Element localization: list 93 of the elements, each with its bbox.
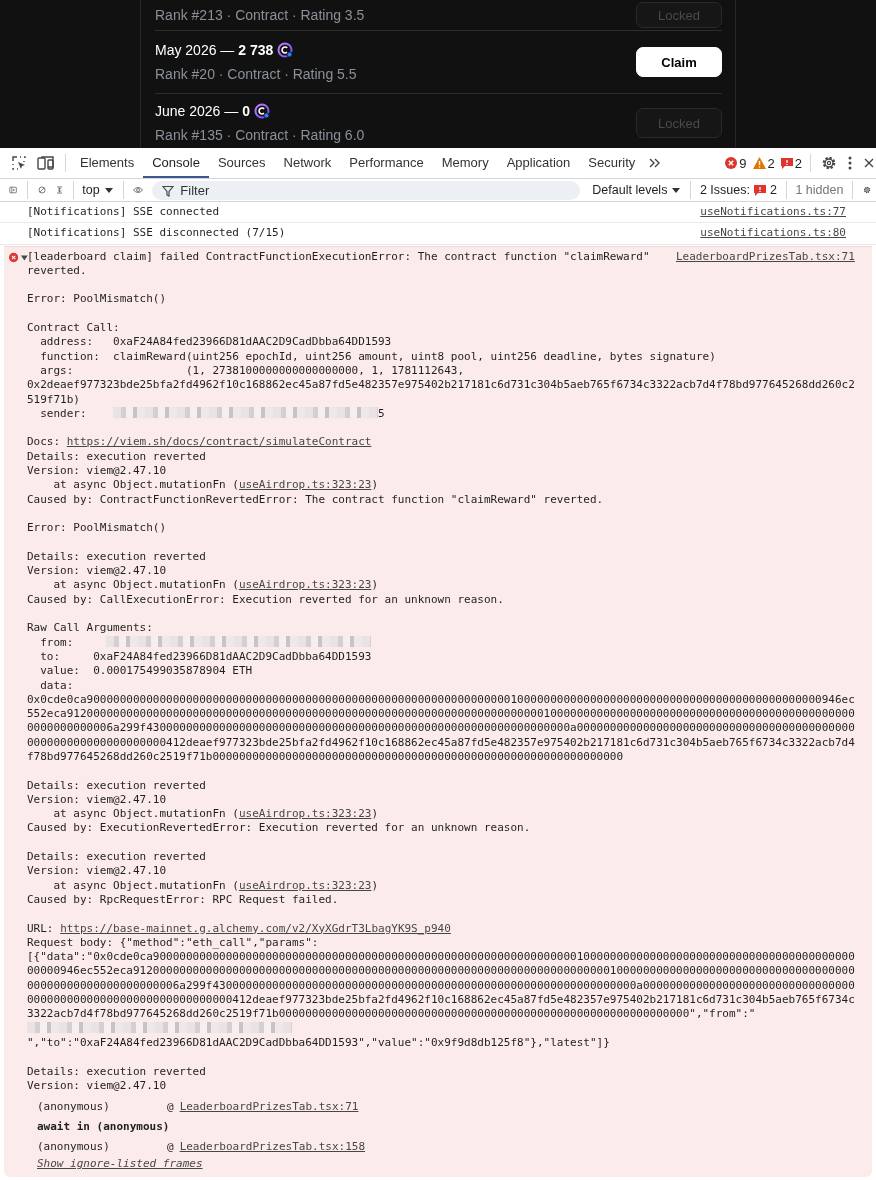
message-icon bbox=[753, 184, 766, 196]
console-text: Details: execution reverted bbox=[27, 549, 207, 565]
error-count-button[interactable]: 9 bbox=[722, 155, 750, 171]
levels-dropdown[interactable]: Default levels bbox=[588, 183, 686, 197]
console-text: [{"data":"0x0cde0ca900000000000000000000000000000000000000000000000000000000000000010000000000000000000000000000000000000000000000946ec552eca912000000000000000000000000000000000000000000000000000000000000000000000100000000000000000000000000000000000000000000000000000000006a299f4300000000000000000000000000000000000000000000000000000000000000a000000000000000000000000000000000000000000000000000000000000000412deaef977323bde25bfa2fd4962f10c168862ec45a87fd5e482357e975402b217181c6d731c304b5aeb765f6734c3322acb7d4f78bd977645268dd260c2519f71b00000000000000000000000000000000000000000000000000000000000000","from":" ","to":"0xaF24A84fed23966D81dAAC2D9CadDbba64DD1593","value":"0x9f9d8db125f8"},"latest"]} bbox=[27, 950, 855, 1051]
link[interactable]: https://viem.sh/docs/contract/simulateContract bbox=[66, 435, 372, 449]
inspect-icon[interactable] bbox=[11, 155, 27, 171]
devtools-tab[interactable]: Sources bbox=[208, 148, 275, 178]
console-text: Docs: https://viem.sh/docs/contract/simulateContract bbox=[27, 435, 373, 450]
console-text: value: 0.000175499035878904 ETH bbox=[39, 664, 254, 679]
close-icon[interactable] bbox=[864, 158, 874, 168]
console-text: Contract Call: bbox=[27, 321, 121, 336]
console-text: Version: viem@2.47.10 bbox=[27, 1078, 168, 1094]
link[interactable]: useAirdrop.ts:323:23 bbox=[238, 578, 372, 592]
menu-icon[interactable] bbox=[847, 155, 853, 171]
error-text: [leaderboard claim] failed ContractFunctionExecutionError: The contract function "claimReward" reverted. bbox=[27, 249, 651, 277]
link[interactable]: LeaderboardPrizesTab.tsx:71 bbox=[179, 1099, 359, 1115]
devtools-tab[interactable]: Performance bbox=[340, 148, 433, 178]
console-text: at async Object.mutationFn (useAirdrop.ts:323:23) bbox=[52, 578, 379, 593]
devtools-tab[interactable]: Memory bbox=[432, 148, 498, 178]
console-text: Details: execution reverted bbox=[27, 778, 207, 793]
reward-details: Rank #20 · Contract · Rating 5.5 bbox=[155, 65, 357, 83]
caret-icon bbox=[671, 186, 682, 194]
console-text: Version: viem@2.47.10 bbox=[27, 864, 168, 879]
filter-icon bbox=[162, 184, 175, 197]
console-text: from: bbox=[27, 635, 855, 650]
console-text: Version: viem@2.47.10 bbox=[27, 564, 168, 579]
link[interactable]: LeaderboardPrizesTab.tsx:158 bbox=[179, 1139, 366, 1155]
stack-function: (anonymous) bbox=[37, 1139, 111, 1155]
console-text: URL: https://base-mainnet.g.alchemy.com/v2/XyXGdrT3LbagYK9S_p940 bbox=[27, 921, 452, 936]
devtools-tab[interactable]: Security bbox=[579, 148, 645, 178]
source-link[interactable]: useNotifications.ts:80 bbox=[700, 226, 846, 241]
settings-icon[interactable] bbox=[821, 155, 837, 171]
console-text: [Notifications] SSE connected bbox=[27, 205, 220, 218]
console-text: data: bbox=[39, 678, 75, 693]
link[interactable]: useAirdrop.ts:323:23 bbox=[238, 478, 372, 492]
warning-icon bbox=[752, 157, 766, 169]
console-text: args: (1, 2738100000000000000000, 1, 1781112643, 0x2deaef977323bde25bfa2fd4962f10c168862ec45a87fd5e482357e975402b217181c6d731c304b5aeb765f6734c3322acb7d4f78bd977645268dd260c2519f71b) bbox=[27, 363, 855, 407]
reward-title: May 2026 — 2 738 bbox=[155, 41, 274, 59]
console-text: Version: viem@2.47.10 bbox=[27, 464, 168, 479]
hidden-count: 1 hidden bbox=[794, 183, 845, 197]
coin-icon bbox=[253, 103, 270, 119]
devtools-tab[interactable]: Network bbox=[274, 148, 341, 178]
console-text: Caused by: ExecutionRevertedError: Execution reverted for an unknown reason. bbox=[27, 821, 532, 836]
devtools-tab[interactable]: Application bbox=[497, 148, 580, 178]
link[interactable]: useAirdrop.ts:323:23 bbox=[238, 878, 372, 892]
devtools-tab[interactable]: Elements bbox=[71, 148, 144, 178]
console-text: Caused by: ContractFunctionRevertedError: The contract function "claimReward" reverted. bbox=[27, 492, 605, 507]
stack-function: (anonymous) bbox=[37, 1099, 111, 1115]
show-frames-link[interactable]: Show ignore-listed frames bbox=[37, 1157, 203, 1172]
console-text: Error: PoolMismatch() bbox=[27, 521, 168, 536]
message-icon bbox=[780, 157, 793, 169]
device-icon[interactable] bbox=[37, 155, 55, 171]
source-link[interactable]: useNotifications.ts:77 bbox=[700, 205, 846, 220]
console-text: at async Object.mutationFn (useAirdrop.ts:323:23) bbox=[52, 807, 379, 822]
console-text: [Notifications] SSE disconnected (7/15) bbox=[27, 226, 286, 240]
console-text: Error: PoolMismatch() bbox=[27, 292, 168, 307]
error-icon bbox=[9, 251, 19, 263]
devtools-tab[interactable]: Console bbox=[143, 148, 209, 178]
warning-count-button[interactable]: 2 bbox=[749, 155, 778, 171]
expand-toggle[interactable] bbox=[21, 253, 28, 262]
console-text: address: 0xaF24A84fed23966D81dAAC2D9CadDbba64DD1593 bbox=[39, 335, 393, 350]
console-text: to: 0xaF24A84fed23966D81dAAC2D9CadDbba64DD1593 bbox=[39, 649, 373, 665]
at-sign: @ bbox=[167, 1099, 174, 1115]
console-text: at async Object.mutationFn (useAirdrop.ts:323:23) bbox=[52, 478, 379, 493]
console-text: Details: execution reverted bbox=[27, 449, 207, 465]
source-link[interactable]: LeaderboardPrizesTab.tsx:71 bbox=[676, 249, 855, 264]
console-text: Caused by: RpcRequestError: RPC Request failed. bbox=[27, 892, 340, 908]
console-text: Request body: {"method":"eth_call","params": bbox=[27, 935, 320, 951]
at-sign: @ bbox=[167, 1139, 174, 1155]
await-text: await in (anonymous) bbox=[37, 1119, 171, 1136]
console-text: Caused by: CallExecutionError: Execution reverted for an unknown reason. bbox=[27, 592, 505, 607]
console-text: Details: execution reverted bbox=[27, 1064, 207, 1079]
issue-count-button[interactable]: 2 bbox=[777, 155, 805, 171]
reward-title: June 2026 — 0 bbox=[155, 102, 250, 120]
console-text: Raw Call Arguments: bbox=[27, 621, 154, 636]
link[interactable]: https://base-mainnet.g.alchemy.com/v2/XyXGdrT3LbagYK9S_p940 bbox=[60, 921, 451, 935]
reward-details: Rank #135 · Contract · Rating 6.0 bbox=[155, 126, 365, 144]
console-text: sender: 5 bbox=[39, 406, 386, 422]
console-text: 0x0cde0ca900000000000000000000000000000000000000000000000000000000000000010000000000000000000000000000000000000000000000946ec552eca912000000000000000000000000000000000000000000000000000000000000000000000100000000000000000000000000000000000000000000000000000000006a299f4300000000000000000000000000000000000000000000000000000000000000a000000000000000000000000000000000000000000000000000000000000000412deaef977323bde25bfa2fd4962f10c168862ec45a87fd5e482357e975402b217181c6d731c304b5aeb765f6734c3322acb7d4f78bd977645268dd260c2519f71b00000000000000000000000000000000000000000000000000000000000000 bbox=[27, 692, 855, 765]
claim-button[interactable]: Claim bbox=[636, 47, 722, 77]
console-text: at async Object.mutationFn (useAirdrop.ts:323:23) bbox=[52, 878, 379, 893]
issues-button[interactable]: 2 Issues: 2 bbox=[695, 183, 781, 197]
console-text: function: claimReward(uint256 epochId, uint256 amount, uint8 pool, uint256 deadline, bytes signature) bbox=[39, 349, 717, 364]
error-icon bbox=[725, 157, 738, 169]
caret-icon bbox=[103, 186, 114, 194]
console-text: Version: viem@2.47.10 bbox=[27, 792, 168, 808]
reward-details: Rank #213 · Contract · Rating 3.5 bbox=[155, 6, 365, 24]
console-text: Details: execution reverted bbox=[27, 850, 207, 865]
filter-field[interactable]: Filter bbox=[152, 180, 581, 200]
context-dropdown[interactable]: top bbox=[78, 183, 118, 197]
link[interactable]: useAirdrop.ts:323:23 bbox=[238, 807, 372, 821]
coin-icon bbox=[277, 42, 294, 58]
